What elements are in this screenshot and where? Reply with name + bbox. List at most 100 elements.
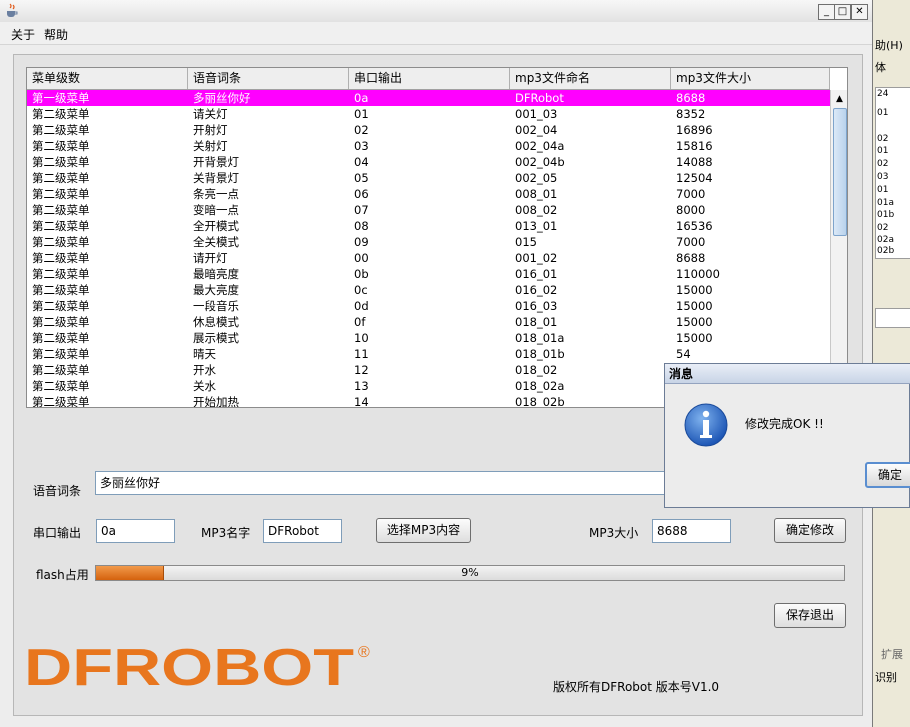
cell-serial-output: 03 [354,139,369,153]
menu-table[interactable]: 菜单级数 语音词条 串口输出 mp3文件命名 mp3文件大小 第一级菜单 多丽丝你… [26,67,848,408]
menu-about[interactable]: 关于 [11,26,35,43]
table-row[interactable]: 第二级菜单 一段音乐 0d 016_03 15000 [27,298,830,314]
cell-menu-level: 第二级菜单 [32,267,90,281]
cell-menu-level: 第二级菜单 [32,283,90,297]
mp3-size-field[interactable]: 8688 [652,519,731,543]
column-header-voice-entry[interactable]: 语音词条 [188,68,349,89]
scroll-up-arrow-icon[interactable]: ▲ [831,92,847,106]
cell-mp3-name: 008_02 [515,203,558,217]
column-header-mp3-size[interactable]: mp3文件大小 [671,68,830,89]
table-row[interactable]: 第二级菜单 变暗一点 07 008_02 8000 [27,202,830,218]
cell-serial-output: 10 [354,331,369,345]
maximize-button[interactable]: □ [834,4,851,20]
cell-serial-output: 02 [354,123,369,137]
dialog-ok-button[interactable]: 确定 [865,462,910,488]
cell-serial-output: 00 [354,251,369,265]
mp3-name-field[interactable]: DFRobot [263,519,342,543]
table-row[interactable]: 第二级菜单 最大亮度 0c 016_02 15000 [27,282,830,298]
minimize-button[interactable]: _ [818,4,835,20]
cell-voice-entry: 全开模式 [193,219,239,233]
bg-field[interactable] [875,308,910,328]
cell-mp3-size: 7000 [676,235,706,249]
table-row[interactable]: 第二级菜单 关射灯 03 002_04a 15816 [27,138,830,154]
cell-menu-level: 第二级菜单 [32,347,90,361]
cell-voice-entry: 最大亮度 [193,283,239,297]
cell-mp3-name: 018_01 [515,315,558,329]
table-scrollbar[interactable]: ▲ [830,90,847,407]
cell-serial-output: 04 [354,155,369,169]
cell-voice-entry: 关射灯 [193,139,228,153]
svg-text:DFROBOT: DFROBOT [24,643,354,689]
cell-mp3-size: 54 [676,347,691,361]
cell-serial-output: 06 [354,187,369,201]
cell-mp3-size: 15816 [676,139,713,153]
table-row[interactable]: 第二级菜单 条亮一点 06 008_01 7000 [27,186,830,202]
cell-serial-output: 09 [354,235,369,249]
cell-serial-output: 12 [354,363,369,377]
cell-voice-entry: 一段音乐 [193,299,239,313]
cell-mp3-name: 002_05 [515,171,558,185]
cell-voice-entry: 多丽丝你好 [193,91,251,105]
table-row-selected[interactable]: 第一级菜单 多丽丝你好 0a DFRobot 8688 [27,90,830,106]
cell-voice-entry: 关水 [193,379,216,393]
cell-serial-output: 0d [354,299,369,313]
cell-mp3-size: 16536 [676,219,713,233]
table-row[interactable]: 第二级菜单 请开灯 00 001_02 8688 [27,250,830,266]
table-row[interactable]: 第二级菜单 休息模式 0f 018_01 15000 [27,314,830,330]
cell-menu-level: 第二级菜单 [32,379,90,393]
voice-entry-field[interactable]: 多丽丝你好 [95,471,685,495]
select-mp3-button[interactable]: 选择MP3内容 [376,518,471,543]
cell-mp3-name: 002_04b [515,155,565,169]
progress-text: 9% [461,566,479,579]
confirm-modify-button[interactable]: 确定修改 [774,518,846,543]
cell-serial-output: 01 [354,107,369,121]
table-row[interactable]: 第二级菜单 开射灯 02 002_04 16896 [27,122,830,138]
cell-mp3-name: 016_01 [515,267,558,281]
cell-voice-entry: 关背景灯 [193,171,239,185]
column-header-mp3-name[interactable]: mp3文件命名 [510,68,671,89]
bg-tab-extend[interactable]: 扩展 [881,646,903,662]
close-button[interactable]: ✕ [851,4,868,20]
column-header-menu-level[interactable]: 菜单级数 [27,68,188,89]
cell-mp3-size: 15000 [676,315,713,329]
table-row[interactable]: 第二级菜单 开背景灯 04 002_04b 14088 [27,154,830,170]
cell-menu-level: 第二级菜单 [32,155,90,169]
table-row[interactable]: 第二级菜单 晴天 11 018_01b 54 [27,346,830,362]
cell-menu-level: 第二级菜单 [32,107,90,121]
bg-recognize-label: 识别 [875,671,897,684]
menu-help[interactable]: 帮助 [44,26,68,43]
cell-serial-output: 0b [354,267,369,281]
scrollbar-thumb[interactable] [833,108,847,236]
cell-voice-entry: 开始加热 [193,395,239,408]
serial-output-field[interactable]: 0a [96,519,175,543]
cell-voice-entry: 条亮一点 [193,187,239,201]
cell-mp3-size: 8688 [676,91,706,105]
table-row[interactable]: 第二级菜单 全关模式 09 015 7000 [27,234,830,250]
message-dialog: 消息 修改完成OK !! 确定 [664,363,910,508]
cell-mp3-name: 016_03 [515,299,558,313]
cell-menu-level: 第二级菜单 [32,139,90,153]
dialog-title[interactable]: 消息 [665,364,910,384]
cell-serial-output: 0a [354,91,369,105]
cell-serial-output: 0f [354,315,366,329]
cell-mp3-name: DFRobot [515,91,564,105]
voice-entry-label: 语音词条 [33,484,82,498]
cell-serial-output: 08 [354,219,369,233]
save-exit-button[interactable]: 保存退出 [774,603,846,628]
cell-mp3-size: 16896 [676,123,713,137]
cell-mp3-size: 14088 [676,155,713,169]
bg-menu-help[interactable]: 助(H) [875,37,903,53]
column-header-serial-output[interactable]: 串口输出 [349,68,510,89]
bg-list-panel: 24 01 02 01 02 03 01 01a 01b 02 02a 02b [875,87,910,259]
table-row[interactable]: 第二级菜单 关背景灯 05 002_05 12504 [27,170,830,186]
table-row[interactable]: 第二级菜单 最暗亮度 0b 016_01 110000 [27,266,830,282]
cell-mp3-size: 12504 [676,171,713,185]
table-row[interactable]: 第二级菜单 展示模式 10 018_01a 15000 [27,330,830,346]
table-row[interactable]: 第二级菜单 请关灯 01 001_03 8352 [27,106,830,122]
cell-voice-entry: 展示模式 [193,331,239,345]
table-row[interactable]: 第二级菜单 全开模式 08 013_01 16536 [27,218,830,234]
cell-mp3-name: 008_01 [515,187,558,201]
copyright-text: 版权所有DFRobot 版本号V1.0 [553,680,720,694]
title-bar[interactable]: _ □ ✕ [0,0,872,23]
cell-menu-level: 第一级菜单 [32,91,90,105]
